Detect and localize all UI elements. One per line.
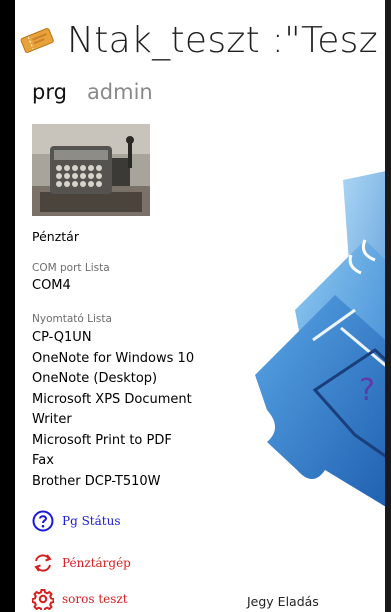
soros-teszt-link[interactable]: soros teszt [32,588,128,610]
help-circle-icon [32,510,54,532]
ticket-illustration[interactable]: ? [255,170,391,612]
refresh-icon [34,554,52,572]
com-port-value[interactable]: COM4 [32,278,71,293]
list-item[interactable]: Brother DCP-T510W [32,472,194,493]
app-title: Ntak_teszt :"Tesz [67,19,378,61]
pg-status-link[interactable]: Pg Státus [32,510,120,532]
svg-text:?: ? [359,373,375,408]
tab-admin[interactable]: admin [87,80,153,104]
device-label: Pénztár [32,229,79,244]
list-item[interactable]: CP-Q1UN [32,328,194,349]
tab-prg[interactable]: prg [32,80,67,104]
list-item[interactable]: OneNote (Desktop) [32,369,194,390]
ticket-icon [20,27,54,53]
list-item[interactable]: Writer [32,410,194,431]
pivot-tabs: prg admin [32,80,153,104]
pg-status-label: Pg Státus [62,514,121,528]
penztargep-label: Pénztárgép [62,556,131,570]
jegy-eladas-label[interactable]: Jegy Eladás [247,594,319,609]
soros-teszt-label: soros teszt [62,592,128,606]
list-item[interactable]: Microsoft XPS Document [32,390,194,411]
list-item[interactable]: Fax [32,451,194,472]
window-edge [385,0,391,612]
com-port-caption: COM port Lista [32,262,110,274]
gear-icon [32,589,54,610]
printer-list: CP-Q1UN OneNote for Windows 10 OneNote (… [32,328,194,492]
list-item[interactable]: OneNote for Windows 10 [32,349,194,370]
penztargep-link[interactable]: Pénztárgép [32,552,131,574]
printer-list-caption: Nyomtató Lista [32,313,112,325]
app-window: Ntak_teszt :"Tesz prg admin Pénztár COM … [15,0,391,612]
list-item[interactable]: Microsoft Print to PDF [32,431,194,452]
cash-register-photo[interactable] [32,124,150,216]
title-bar: Ntak_teszt :"Tesz [15,10,391,70]
